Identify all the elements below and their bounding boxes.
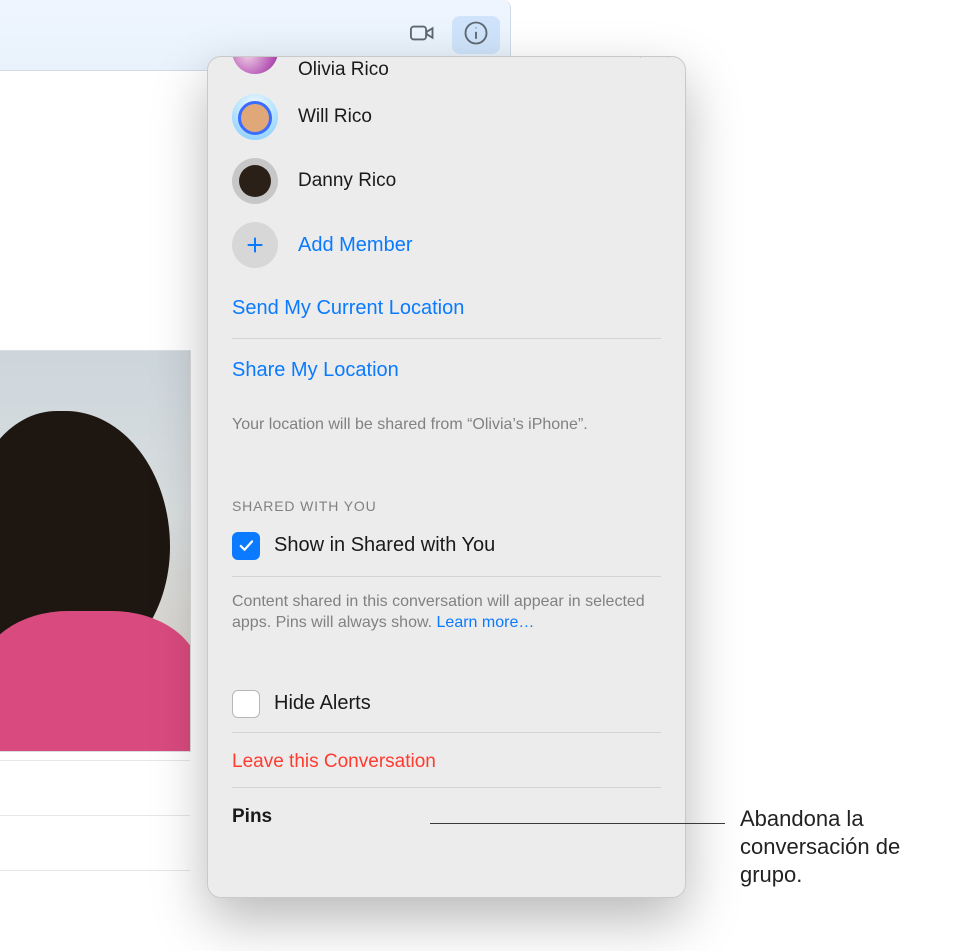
- share-my-location-button[interactable]: Share My Location: [232, 339, 661, 400]
- video-icon: [408, 19, 436, 52]
- member-name: Danny Rico: [298, 170, 396, 192]
- background-photo: [0, 350, 191, 752]
- member-name: Will Rico: [298, 106, 372, 128]
- details-info-button[interactable]: [452, 16, 500, 54]
- toolbar: [398, 16, 500, 54]
- callout-leader-line: [430, 823, 725, 824]
- member-row[interactable]: Olivia Rico: [232, 56, 661, 85]
- avatar: [232, 56, 278, 74]
- share-location-caption: Your location will be shared from “Olivi…: [232, 400, 661, 446]
- hide-alerts-checkbox[interactable]: [232, 690, 260, 718]
- learn-more-link[interactable]: Learn more…: [437, 614, 535, 631]
- show-shared-checkbox[interactable]: [232, 532, 260, 560]
- avatar: [232, 158, 278, 204]
- send-my-location-button[interactable]: Send My Current Location: [232, 277, 661, 338]
- member-row[interactable]: Will Rico: [232, 85, 661, 149]
- shared-with-you-section-label: SHARED WITH YOU: [232, 446, 661, 528]
- background-list-rows: [0, 760, 190, 925]
- callout-text: Abandona la conversación de grupo.: [740, 805, 960, 889]
- add-member-label: Add Member: [298, 234, 413, 257]
- avatar: [232, 94, 278, 140]
- show-in-shared-with-you-row[interactable]: Show in Shared with You: [232, 528, 661, 576]
- leave-conversation-button[interactable]: Leave this Conversation: [232, 733, 661, 787]
- conversation-details-popover: Olivia Rico Will Rico Danny Rico Add Mem…: [207, 56, 686, 898]
- member-name: Olivia Rico: [298, 59, 389, 81]
- hide-alerts-label: Hide Alerts: [274, 692, 371, 715]
- facetime-video-button[interactable]: [398, 16, 446, 54]
- shared-caption: Content shared in this conversation will…: [232, 577, 661, 644]
- member-row[interactable]: Danny Rico: [232, 149, 661, 213]
- plus-icon: [232, 222, 278, 268]
- show-shared-label: Show in Shared with You: [274, 534, 495, 557]
- info-icon: [462, 19, 490, 52]
- pins-section-label: Pins: [232, 788, 661, 836]
- hide-alerts-row[interactable]: Hide Alerts: [232, 690, 661, 732]
- add-member-button[interactable]: Add Member: [232, 213, 661, 277]
